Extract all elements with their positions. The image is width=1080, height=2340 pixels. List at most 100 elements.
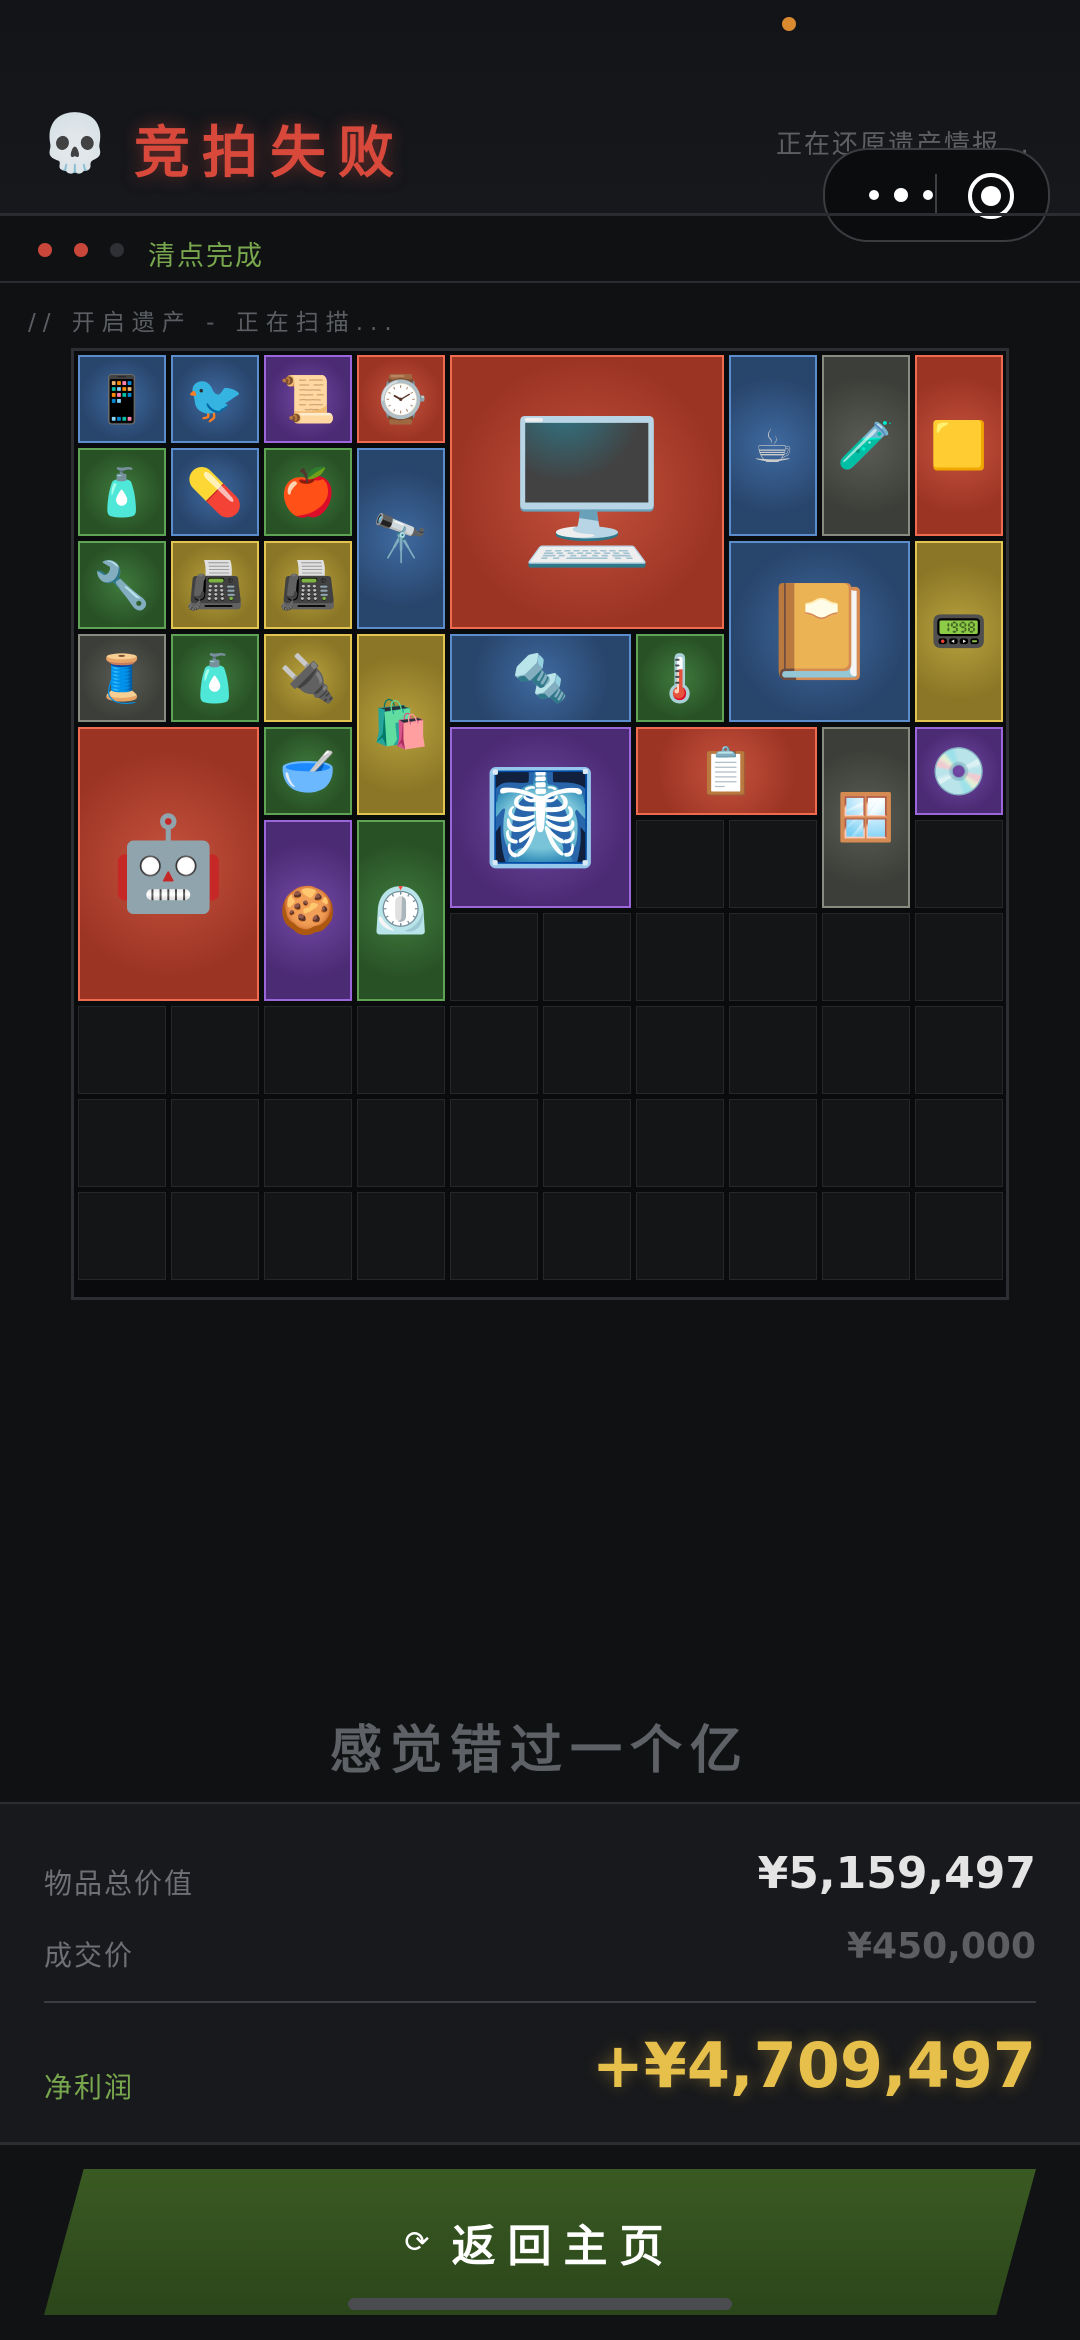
meter-device-item[interactable]: 📠 xyxy=(171,541,259,629)
inventory-grid: 📱 🐦 📜 ⌚ 🖥️ ☕ 🧪 🟨 🧴 💊 🍎 🔭 📔 📟 🔧 📠 📠 🧵 🧴 🔌 🛍️ 🔩 🌡️ 🤖 🥣 🩻 📋 🪟 💿 🍪 ⏲️ xyxy=(71,348,1009,1300)
scanner-item[interactable]: 🩻 xyxy=(450,727,631,908)
grid-cell xyxy=(915,1099,1003,1187)
coffee-pot-item[interactable]: ☕ xyxy=(729,355,817,536)
hard-drive-item[interactable]: 💿 xyxy=(915,727,1003,815)
grid-cell xyxy=(543,913,631,1001)
telescope-icon: 🔭 xyxy=(372,511,430,565)
more-icon[interactable] xyxy=(849,172,949,216)
deal-price-value: ¥450,000 xyxy=(846,1926,1036,1967)
medical-vial-item[interactable]: 🧪 xyxy=(822,355,910,536)
meter-device-icon: 📠 xyxy=(186,557,244,612)
circuit-board-icon: 🔌 xyxy=(279,650,337,705)
grid-cell xyxy=(357,1099,445,1187)
phone-item[interactable]: 📱 xyxy=(78,355,166,443)
coffee-bag-icon: 🛍️ xyxy=(372,697,430,751)
grid-cell xyxy=(822,1099,910,1187)
scanner-icon: 🩻 xyxy=(483,763,598,871)
grid-cell xyxy=(729,1099,817,1187)
page-title: 竞拍失败 xyxy=(134,121,406,186)
pocket-watch-item[interactable]: ⌚ xyxy=(357,355,445,443)
drill-item[interactable]: 🔩 xyxy=(450,634,631,722)
cable-bundle-item[interactable]: 🧵 xyxy=(78,634,166,722)
thermometer-item[interactable]: 🌡️ xyxy=(636,634,724,722)
tablet-icon: 📋 xyxy=(697,743,756,798)
divider xyxy=(0,213,1080,216)
grid-cell xyxy=(171,1099,259,1187)
inhaler-item[interactable]: 💊 xyxy=(171,448,259,536)
apple-item[interactable]: 🍎 xyxy=(264,448,352,536)
net-profit-value: +¥4,709,497 xyxy=(591,2029,1036,2102)
gpu-card-item[interactable]: 🖥️ xyxy=(450,355,724,629)
total-value-label: 物品总价值 xyxy=(44,1867,195,1900)
grid-cell xyxy=(729,820,817,908)
grid-cell xyxy=(915,820,1003,908)
grid-cell xyxy=(357,1192,445,1280)
circuit-board-item[interactable]: 🔌 xyxy=(264,634,352,722)
glass-panel-item[interactable]: 🪟 xyxy=(822,727,910,908)
deal-price-label: 成交价 xyxy=(44,1939,135,1972)
scroll-icon: 📜 xyxy=(279,371,337,426)
bird-figurine-icon: 🐦 xyxy=(186,371,244,426)
medical-vial-icon: 🧪 xyxy=(837,418,895,472)
medicine-bottle-item[interactable]: 🧴 xyxy=(78,448,166,536)
grid-cell xyxy=(636,1192,724,1280)
meter-device-item-2[interactable]: 📠 xyxy=(264,541,352,629)
footer: ⟳ 返回主页 xyxy=(0,2142,1080,2340)
grid-cell xyxy=(78,1099,166,1187)
pocket-watch-icon: ⌚ xyxy=(372,371,430,426)
phone-icon: 📱 xyxy=(93,371,151,426)
mini-program-capsule xyxy=(823,148,1050,242)
gingerbread-item[interactable]: 🍪 xyxy=(264,820,352,1001)
magazine-icon: 📔 xyxy=(762,577,877,685)
grid-cell xyxy=(729,913,817,1001)
skull-icon: 💀 xyxy=(40,111,110,176)
grid-cell xyxy=(450,1006,538,1094)
tablet-item[interactable]: 📋 xyxy=(636,727,817,815)
gold-bar-icon: 🟨 xyxy=(930,418,988,472)
radio-phone-icon: 📟 xyxy=(930,604,988,658)
coffee-pot-icon: ☕ xyxy=(752,418,794,473)
grid-cell xyxy=(636,1099,724,1187)
coffee-bag-item[interactable]: 🛍️ xyxy=(357,634,445,815)
top-header: 💀 竞拍失败 正在还原遗产情报... 清点完成 xyxy=(0,0,1080,272)
return-home-button[interactable]: ⟳ 返回主页 xyxy=(44,2169,1036,2315)
net-profit-label: 净利润 xyxy=(44,2071,135,2104)
gpu-card-icon: 🖥️ xyxy=(501,411,673,572)
tray-item[interactable]: 🥣 xyxy=(264,727,352,815)
glass-panel-icon: 🪟 xyxy=(837,790,895,844)
radio-phone-item[interactable]: 📟 xyxy=(915,541,1003,722)
magazine-item[interactable]: 📔 xyxy=(729,541,910,722)
apple-icon: 🍎 xyxy=(279,464,337,519)
robot-station-item[interactable]: 🤖 xyxy=(78,727,259,1001)
drill-icon: 🔩 xyxy=(511,650,570,705)
pressure-gauge-item[interactable]: ⏲️ xyxy=(357,820,445,1001)
grid-cell xyxy=(822,1192,910,1280)
return-home-label: 返回主页 xyxy=(451,2221,676,2272)
scroll-item[interactable]: 📜 xyxy=(264,355,352,443)
hard-drive-icon: 💿 xyxy=(930,743,988,798)
wrench-icon: 🔧 xyxy=(93,557,151,612)
thermometer-icon: 🌡️ xyxy=(651,650,709,705)
bird-figurine-item[interactable]: 🐦 xyxy=(171,355,259,443)
medicine-bottle-2-icon: 🧴 xyxy=(186,650,244,705)
gold-bar-item[interactable]: 🟨 xyxy=(915,355,1003,536)
divider xyxy=(44,2001,1036,2003)
grid-cell xyxy=(78,1192,166,1280)
grid-cell xyxy=(729,1006,817,1094)
grid-cell xyxy=(264,1099,352,1187)
grid-cell xyxy=(822,1006,910,1094)
grid-cell xyxy=(543,1006,631,1094)
grid-cell xyxy=(636,820,724,908)
medicine-bottle-item-2[interactable]: 🧴 xyxy=(171,634,259,722)
grid-cell xyxy=(729,1192,817,1280)
grid-cell xyxy=(264,1192,352,1280)
tray-icon: 🥣 xyxy=(279,743,337,798)
scan-status-line: // 开启遗产 - 正在扫描... xyxy=(28,310,399,336)
grid-cell xyxy=(264,1006,352,1094)
grid-cell xyxy=(636,913,724,1001)
inventory-status: 清点完成 xyxy=(148,241,264,272)
cable-bundle-icon: 🧵 xyxy=(93,650,151,705)
wrench-item[interactable]: 🔧 xyxy=(78,541,166,629)
telescope-item[interactable]: 🔭 xyxy=(357,448,445,629)
grid-cell xyxy=(915,1006,1003,1094)
